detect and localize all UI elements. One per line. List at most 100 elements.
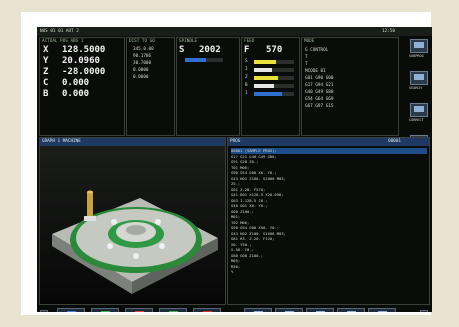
axes-panel: ACTUAL POS ABS 1 X 128.5000 Y 20.0960 Z -28.0… xyxy=(39,37,125,136)
program-panel: PROG O0001 O0001 (SAMPLE PROG); G17 G21 G… xyxy=(227,137,430,305)
bottom-key-setup[interactable]: SETUP xyxy=(306,308,334,312)
feed-bar xyxy=(254,92,294,96)
scroll-right-button[interactable] xyxy=(420,310,428,312)
alarm-icon xyxy=(347,311,356,312)
stop-icon xyxy=(203,311,212,312)
tool-icon xyxy=(254,311,263,312)
feed-bar-label: I xyxy=(245,67,248,72)
dist-value: 345.0.00 xyxy=(133,47,154,52)
cnc-screen: NOS 01 01 AUT 2 12:50 ACTUAL POS ABS 1 X… xyxy=(37,27,432,312)
feed-bar-label: B xyxy=(245,83,248,88)
spindle-value: 2002 xyxy=(199,45,221,55)
bottom-key-start[interactable]: START xyxy=(91,308,119,312)
bottom-key-inter[interactable]: INTER xyxy=(125,308,153,312)
mode-title: MODE xyxy=(304,39,315,44)
cutting-tool xyxy=(87,192,93,216)
dist-value: 30.7000 xyxy=(133,61,152,66)
softkey-label: CORRECT xyxy=(409,118,424,122)
drill-hole xyxy=(111,219,117,225)
program-icon xyxy=(67,311,76,312)
bottom-key-diag[interactable]: DIAG xyxy=(368,308,396,312)
axes-panel-title: ACTUAL POS ABS 1 xyxy=(42,39,84,44)
program-title: PROG xyxy=(230,139,241,144)
setup-icon xyxy=(316,311,325,312)
graphics-panel: GRAPH 1 MACHINE xyxy=(39,137,226,305)
axis-value-y: 20.0960 xyxy=(62,56,100,66)
feed-bar-label: 1 xyxy=(245,91,248,96)
mode-line: T xyxy=(305,55,308,60)
mode-line: G CONTROL xyxy=(305,48,329,53)
mode-line: G17 G94 G21 xyxy=(305,83,334,88)
program-line[interactable]: % xyxy=(231,269,427,275)
edit-icon xyxy=(414,106,424,112)
axis-letter-x: X xyxy=(43,45,49,55)
spindle-letter: S xyxy=(179,45,185,55)
status-header: NOS 01 01 AUT 2 12:50 xyxy=(37,27,432,36)
feed-bar-label: S xyxy=(245,59,248,64)
offset-icon xyxy=(285,311,294,312)
cycle-icon xyxy=(169,311,178,312)
dist-value: 90.1786 xyxy=(133,54,152,59)
mode-line: MCODE B1 xyxy=(305,69,326,74)
softkey-subprog[interactable] xyxy=(410,39,428,53)
axis-letter-y: Y xyxy=(43,56,49,66)
bottom-key-stop[interactable]: STOP xyxy=(193,308,221,312)
spindle-load-fill xyxy=(185,58,206,62)
axis-value-x: 128.5000 xyxy=(62,45,106,55)
feed-bar xyxy=(254,68,294,72)
bottom-key-tool[interactable]: TOOL xyxy=(244,308,272,312)
axis-value-b: 0.000 xyxy=(62,89,90,99)
status-header-right: 12:50 xyxy=(382,29,395,34)
drill-hole xyxy=(155,219,161,225)
pause-icon xyxy=(135,311,144,312)
program-listing[interactable]: O0001 (SAMPLE PROG); G17 G21 G40 G49 G80;… xyxy=(231,148,427,303)
axis-letter-z: Z xyxy=(43,67,49,77)
softkey-search[interactable] xyxy=(410,71,428,85)
dist-value: 0.0000 xyxy=(133,68,149,73)
softkey-correct[interactable] xyxy=(410,103,428,117)
bottom-key-cycle[interactable]: CYCLE xyxy=(159,308,187,312)
spindle-load-bar xyxy=(185,58,223,62)
axis-letter-b: B xyxy=(43,89,49,99)
feed-bar-fill xyxy=(254,60,276,64)
axis-letter-c: C xyxy=(43,78,49,88)
drill-hole xyxy=(133,253,139,259)
feed-title: FEED xyxy=(244,39,255,44)
bottom-key-offset[interactable]: OFFSET xyxy=(275,308,303,312)
dist-to-go-panel: DIST TO GO 345.0.00 90.1786 30.7000 0.0000 0… xyxy=(126,37,175,136)
dist-value: 0.0000 xyxy=(133,75,149,80)
mode-line: T xyxy=(305,62,308,67)
softkey-label: SUBPROG xyxy=(409,54,424,58)
mode-panel: MODE G CONTROL T T MCODE B1 G01 G90 G00 G17 G… xyxy=(301,37,399,136)
program-icon xyxy=(414,42,424,48)
diag-icon xyxy=(378,311,387,312)
mode-line: G54 G64 G69 xyxy=(305,97,334,102)
scroll-left-button[interactable] xyxy=(40,310,48,312)
workpiece-3d-view xyxy=(40,146,225,304)
feed-bar-fill xyxy=(254,76,278,80)
feed-bar xyxy=(254,60,294,64)
bottom-key-program[interactable]: PROGRAM xyxy=(57,308,85,312)
mode-line: G40 G49 G80 xyxy=(305,90,334,95)
spindle-panel: SPINDLE S 2002 xyxy=(176,37,240,136)
play-icon xyxy=(101,311,110,312)
status-header-left: NOS 01 01 AUT 2 xyxy=(40,29,79,34)
feed-bar-fill xyxy=(254,92,282,96)
feed-letter: F xyxy=(244,45,250,55)
feed-bar xyxy=(254,84,294,88)
bottom-key-alarm[interactable]: ALARM xyxy=(337,308,365,312)
spindle-title: SPINDLE xyxy=(179,39,198,44)
feed-bar-fill xyxy=(254,84,274,88)
feed-bar-fill xyxy=(254,68,272,72)
drill-hole xyxy=(159,243,165,249)
mode-line: G01 G90 G00 xyxy=(305,76,334,81)
feed-panel: FEED F 570 SIZB 1 xyxy=(241,37,300,136)
feed-value: 570 xyxy=(266,45,283,55)
search-icon xyxy=(414,74,424,80)
axis-value-c: 0.000 xyxy=(62,78,90,88)
program-status: O0001 xyxy=(388,139,401,144)
axis-value-z: -28.0000 xyxy=(62,67,106,77)
drill-hole xyxy=(107,243,113,249)
graphics-title: GRAPH 1 MACHINE xyxy=(42,139,81,144)
feed-bar xyxy=(254,76,294,80)
